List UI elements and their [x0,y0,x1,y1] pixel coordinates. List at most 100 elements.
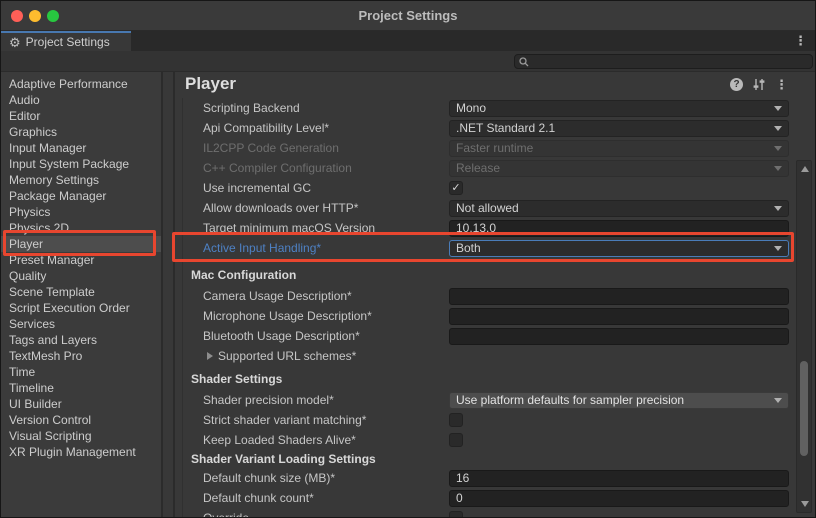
setting-label: Api Compatibility Level* [203,121,329,135]
chevron-down-icon [774,126,782,131]
setting-control [449,328,789,345]
setting-control [449,490,789,507]
default-chunk-count-field[interactable] [449,490,789,507]
section-header-shader-variant-loading-settings: Shader Variant Loading Settings [175,450,794,468]
keep-loaded-shaders-alive-checkbox[interactable] [449,433,463,447]
microphone-usage-description-field[interactable] [449,308,789,325]
sidebar-item-editor[interactable]: Editor [1,108,161,124]
sidebar-item-preset-manager[interactable]: Preset Manager [1,252,161,268]
setting-control: Release [449,160,789,177]
setting-label: Use incremental GC [203,181,311,195]
sidebar-item-input-system-package[interactable]: Input System Package [1,156,161,172]
setting-control [449,413,789,427]
sidebar-item-timeline[interactable]: Timeline [1,380,161,396]
presets-icon[interactable] [752,78,766,91]
sidebar-item-ui-builder[interactable]: UI Builder [1,396,161,412]
dropdown-value: Faster runtime [456,141,533,155]
setting-row-camera-usage-description: Camera Usage Description* [175,286,794,306]
setting-control: Not allowed [449,200,789,217]
strict-shader-variant-matching-checkbox[interactable] [449,413,463,427]
scripting-backend-dropdown[interactable]: Mono [449,100,789,117]
sidebar-item-services[interactable]: Services [1,316,161,332]
chevron-down-icon [774,146,782,151]
sidebar-item-textmesh-pro[interactable]: TextMesh Pro [1,348,161,364]
panel-header: Player ? ⋮ [175,72,794,98]
sidebar-item-graphics[interactable]: Graphics [1,124,161,140]
scrollbar-thumb[interactable] [800,361,808,456]
help-icon[interactable]: ? [730,78,743,91]
sidebar-item-visual-scripting[interactable]: Visual Scripting [1,428,161,444]
setting-label: Microphone Usage Description* [203,309,372,323]
settings-rows: Scripting BackendMonoApi Compatibility L… [175,98,794,517]
setting-row-active-input-handling: Active Input Handling*Both [175,238,794,258]
tab-project-settings[interactable]: ⚙ Project Settings [1,31,131,51]
sidebar-item-script-execution-order[interactable]: Script Execution Order [1,300,161,316]
setting-row-bluetooth-usage-description: Bluetooth Usage Description* [175,326,794,346]
allow-downloads-over-http-dropdown[interactable]: Not allowed [449,200,789,217]
sidebar-item-xr-plugin-management[interactable]: XR Plugin Management [1,444,161,460]
sidebar-item-time[interactable]: Time [1,364,161,380]
setting-row-scripting-backend: Scripting BackendMono [175,98,794,118]
setting-row-default-chunk-size-mb: Default chunk size (MB)* [175,468,794,488]
chevron-down-icon [774,166,782,171]
setting-row-microphone-usage-description: Microphone Usage Description* [175,306,794,326]
chevron-down-icon [774,246,782,251]
settings-sidebar: Adaptive PerformanceAudioEditorGraphicsI… [1,72,161,517]
section-label: Shader Settings [191,372,282,386]
setting-row-use-incremental-gc: Use incremental GC ✓ [175,178,794,198]
chevron-down-icon [774,206,782,211]
scroll-up-icon[interactable] [801,166,809,172]
sidebar-item-package-manager[interactable]: Package Manager [1,188,161,204]
sidebar-item-physics-2d[interactable]: Physics 2D [1,220,161,236]
setting-label: Default chunk size (MB)* [203,471,335,485]
setting-label: IL2CPP Code Generation [203,141,339,155]
section-header-shader-settings: Shader Settings [175,368,794,390]
foldout-arrow-icon[interactable] [207,352,213,360]
setting-label: C++ Compiler Configuration [203,161,352,175]
sidebar-item-input-manager[interactable]: Input Manager [1,140,161,156]
sidebar-item-memory-settings[interactable]: Memory Settings [1,172,161,188]
scroll-down-icon[interactable] [801,501,809,507]
setting-row-override: Override [175,508,794,517]
setting-control [449,288,789,305]
camera-usage-description-field[interactable] [449,288,789,305]
override-checkbox[interactable] [449,511,463,517]
sidebar-item-tags-and-layers[interactable]: Tags and Layers [1,332,161,348]
sidebar-item-quality[interactable]: Quality [1,268,161,284]
setting-row-api-compatibility-level: Api Compatibility Level* .NET Standard 2.… [175,118,794,138]
active-input-handling-dropdown[interactable]: Both [449,240,789,257]
project-settings-window: Project Settings ⚙ Project Settings ⋮ Ad… [0,0,816,518]
kebab-menu-icon[interactable]: ⋮ [775,78,788,91]
dropdown-value: .NET Standard 2.1 [456,121,555,135]
setting-control [449,470,789,487]
chevron-down-icon [774,398,782,403]
shader-precision-model-dropdown[interactable]: Use platform defaults for sampler precis… [449,392,789,409]
setting-row-il2cpp-code-generation: IL2CPP Code Generation Faster runtime [175,138,794,158]
sidebar-item-physics[interactable]: Physics [1,204,161,220]
sidebar-item-scene-template[interactable]: Scene Template [1,284,161,300]
target-minimum-macos-version-field[interactable] [449,220,789,237]
api-compatibility-level-dropdown[interactable]: .NET Standard 2.1 [449,120,789,137]
window-title: Project Settings [1,1,815,31]
title-bar: Project Settings [1,1,815,31]
sidebar-splitter[interactable] [161,72,175,517]
setting-control: Faster runtime [449,140,789,157]
foldout-supported-url-schemes[interactable]: Supported URL schemes* [175,346,794,366]
sidebar-item-adaptive-performance[interactable]: Adaptive Performance [1,76,161,92]
kebab-menu-icon[interactable]: ⋮ [794,34,807,47]
default-chunk-size-mb-field[interactable] [449,470,789,487]
sidebar-item-player[interactable]: Player [1,236,161,252]
setting-label: Allow downloads over HTTP* [203,201,358,215]
sidebar-item-audio[interactable]: Audio [1,92,161,108]
search-box[interactable] [514,54,813,69]
setting-row-keep-loaded-shaders-alive: Keep Loaded Shaders Alive* [175,430,794,450]
setting-label: Override [203,511,249,517]
vertical-scrollbar[interactable] [796,160,812,513]
use-incremental-gc-checkbox[interactable]: ✓ [449,181,463,195]
setting-label: Keep Loaded Shaders Alive* [203,433,356,447]
setting-label: Strict shader variant matching* [203,413,366,427]
sidebar-item-version-control[interactable]: Version Control [1,412,161,428]
search-input[interactable] [532,55,808,68]
panel-title: Player [185,74,236,94]
bluetooth-usage-description-field[interactable] [449,328,789,345]
